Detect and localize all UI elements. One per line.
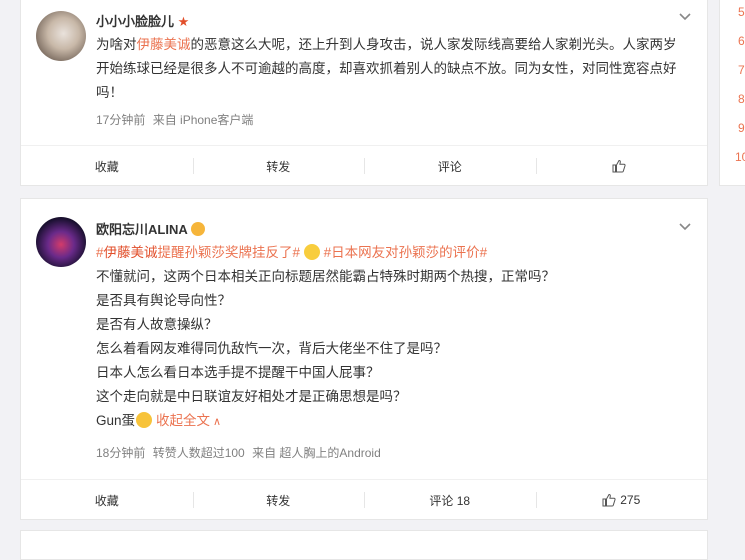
- hashtag-text: 提醒孙颖莎奖牌挂反了#: [157, 245, 301, 260]
- chevron-up-icon[interactable]: ∧: [213, 416, 221, 428]
- collapse-link[interactable]: 收起全文: [156, 413, 210, 428]
- repost-button[interactable]: 转发: [192, 480, 365, 520]
- comment-button[interactable]: 评论 18: [364, 480, 536, 520]
- rank-number[interactable]: 8: [738, 92, 745, 106]
- thumbs-up-icon: [602, 493, 616, 507]
- collect-button[interactable]: 收藏: [21, 146, 193, 186]
- text-segment: Gun蛋: [96, 413, 136, 428]
- username-row: 小小小脸脸儿 ★: [96, 11, 189, 30]
- like-count: 275: [620, 493, 641, 507]
- comment-text: #伊藤美诚提醒孙颖莎奖牌挂反了# #日本网友对孙颖莎的评价# 不懂就问，这两个日…: [96, 241, 689, 434]
- crown-badge-icon: [190, 222, 205, 236]
- rank-number[interactable]: 6: [738, 34, 745, 48]
- username-row: 欧阳忘川ALINA: [96, 219, 205, 238]
- rank-number[interactable]: 10: [735, 150, 745, 164]
- text-line: 这个走向就是中日联谊友好相处才是正确思想是吗？: [96, 389, 407, 404]
- angry-emoji-icon: [136, 412, 153, 428]
- collect-button[interactable]: 收藏: [21, 480, 193, 520]
- username[interactable]: 欧阳忘川ALINA: [96, 222, 187, 237]
- comment-card: [20, 530, 708, 560]
- like-button[interactable]: [535, 146, 708, 186]
- like-button[interactable]: 275: [535, 480, 708, 520]
- hashtag-link[interactable]: #日本网友对孙颖莎的评价#: [324, 245, 488, 260]
- source-label: 来自 超人胸上的Android: [252, 446, 381, 460]
- hot-rank-sidebar: 5 6 7 8 9 10: [719, 0, 745, 186]
- text-line: 怎么着看网友难得同仇敌忾一次，背后大佬坐不住了是吗？: [96, 341, 447, 356]
- source-label: 来自 iPhone客户端: [152, 113, 254, 127]
- rank-number[interactable]: 5: [738, 5, 745, 19]
- avatar[interactable]: [36, 11, 86, 61]
- text-segment: 为啥对: [96, 37, 137, 52]
- avatar[interactable]: [36, 217, 86, 267]
- text-line: 日本人怎么看日本选手提不提醒干中国人屁事？: [96, 365, 380, 380]
- repost-button[interactable]: 转发: [192, 146, 365, 186]
- text-line: 是否有人故意操纵？: [96, 317, 218, 332]
- hashtag-line: #伊藤美诚提醒孙颖莎奖牌挂反了# #日本网友对孙颖莎的评价#: [96, 241, 689, 265]
- chevron-down-icon[interactable]: [679, 13, 691, 23]
- action-bar: 收藏 转发 评论: [21, 145, 707, 186]
- comment-text: 为啥对伊藤美诚的恶意这么大呢，还上升到人身攻击，说人家发际线高要给人家剃光头。人…: [96, 33, 689, 105]
- text-line: 不懂就问，这两个日本相关正向标题居然能霸占特殊时期两个热搜，正常吗？: [96, 269, 555, 284]
- rank-number[interactable]: 9: [738, 121, 745, 135]
- timestamp[interactable]: 18分钟前: [96, 446, 145, 460]
- action-bar: 收藏 转发 评论 18 275: [21, 479, 707, 520]
- hashtag-link[interactable]: #伊藤美诚提醒孙颖莎奖牌挂反了#: [96, 245, 300, 260]
- likes-note: 转赞人数超过100: [152, 446, 245, 460]
- highlight-keyword: 伊藤美诚: [103, 245, 158, 260]
- highlight-keyword[interactable]: 伊藤美诚: [137, 37, 191, 52]
- text-line: 是否具有舆论导向性？: [96, 293, 231, 308]
- face-emoji-icon: [303, 244, 320, 260]
- rank-number[interactable]: 7: [738, 63, 745, 77]
- comment-meta: 18分钟前 转赞人数超过100 来自 超人胸上的Android: [96, 444, 385, 461]
- comment-card: 欧阳忘川ALINA #伊藤美诚提醒孙颖莎奖牌挂反了# #日本网友对孙颖莎的评价#…: [20, 198, 708, 520]
- comment-meta: 17分钟前 来自 iPhone客户端: [96, 111, 257, 128]
- hashtag-mark: #: [96, 245, 104, 260]
- username[interactable]: 小小小脸脸儿: [96, 14, 174, 29]
- star-badge-icon: ★: [177, 14, 190, 29]
- thumbs-up-icon: [612, 159, 626, 173]
- chevron-down-icon[interactable]: [679, 223, 691, 233]
- comment-card: 小小小脸脸儿 ★ 为啥对伊藤美诚的恶意这么大呢，还上升到人身攻击，说人家发际线高…: [20, 0, 708, 186]
- timestamp[interactable]: 17分钟前: [96, 113, 145, 127]
- text-line: Gun蛋 收起全文 ∧: [96, 409, 689, 434]
- comment-button[interactable]: 评论: [364, 146, 536, 186]
